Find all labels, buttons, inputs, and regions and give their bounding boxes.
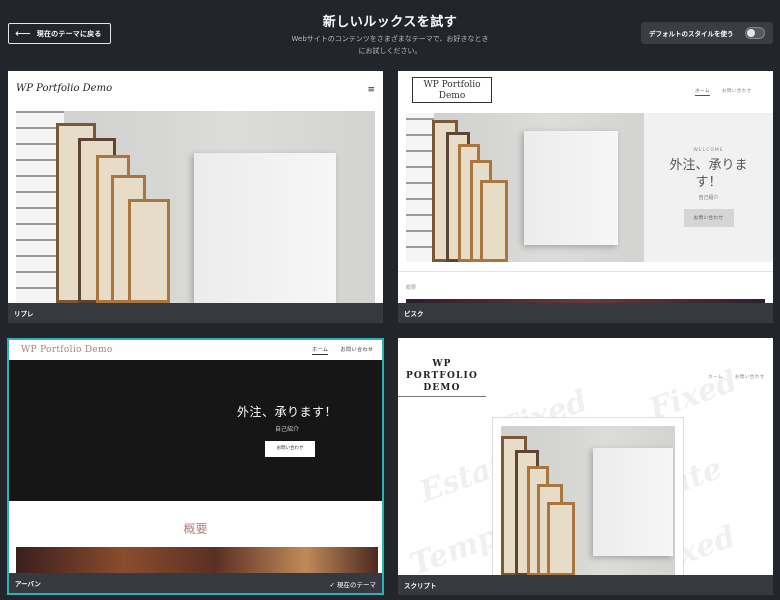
default-style-toggle-row[interactable]: デフォルトのスタイルを使う [641, 22, 773, 44]
theme-name: リプレ [14, 310, 34, 318]
theme-card-footer: スクリプト [398, 575, 773, 595]
back-button-label: 現在のテーマに戻る [36, 29, 102, 38]
theme-preview-hero-image [501, 426, 675, 576]
theme-preview-nav: ホーム お問い合わせ [312, 347, 374, 355]
default-style-label: デフォルトのスタイルを使う [649, 30, 734, 38]
hamburger-menu-icon: ≡ [367, 85, 375, 95]
theme-card-riple[interactable]: WP Portfolio Demo ≡ リプレ [8, 71, 383, 323]
theme-card-footer: アーバン ✓ 現在のテーマ [9, 573, 382, 593]
switch-knob [747, 29, 755, 37]
theme-preview-section-title: 概要 [183, 522, 208, 536]
theme-preview-hero: 外注、承ります！ 自己紹介 お問い合わせ [9, 360, 382, 501]
theme-card-footer: リプレ [8, 303, 383, 323]
theme-card-script[interactable]: Fixed Fixed Estate Estate Temple xed WP … [398, 338, 773, 595]
theme-preview-contact-button: お問い合わせ [265, 441, 315, 457]
theme-preview-site-title: WP Portfolio Demo [21, 345, 113, 355]
theme-name: アーバン [15, 580, 41, 588]
default-style-switch[interactable] [745, 27, 765, 39]
page-subtitle: Webサイトのコンテンツをさまざまなテーマで、お好きなときにお試しください。 [291, 35, 489, 55]
theme-preview-site-title: WP Portfolio Demo [16, 83, 113, 94]
theme-card-footer: ビスク [398, 303, 773, 323]
theme-preview-nav: ホーム お問い合わせ [695, 89, 752, 96]
theme-preview-hero-image [406, 113, 644, 262]
theme-preview-nav: ホーム お問い合わせ [708, 375, 765, 380]
theme-name: ビスク [404, 310, 424, 318]
theme-card-bisque[interactable]: WP Portfolio Demo ホーム お問い合わせ WELCOME 外注、… [398, 71, 773, 323]
theme-preview-contact-button: お問い合わせ [683, 209, 734, 227]
theme-card-urban[interactable]: WP Portfolio Demo ホーム お問い合わせ 外注、承ります！ 自己… [7, 338, 384, 595]
theme-preview-site-logo: WP Portfolio Demo [412, 77, 492, 103]
theme-name: スクリプト [404, 582, 437, 590]
theme-preview-hero-image [16, 111, 375, 303]
theme-preview-section-label: 概要 [406, 285, 417, 291]
theme-preview-hero-text: WELCOME 外注、承りま す！ 自己紹介 お問い合わせ [644, 113, 773, 262]
theme-preview-site-title: WP PORTFOLIO DEMO [405, 359, 479, 393]
current-theme-label: ✓ 現在のテーマ [329, 581, 376, 589]
